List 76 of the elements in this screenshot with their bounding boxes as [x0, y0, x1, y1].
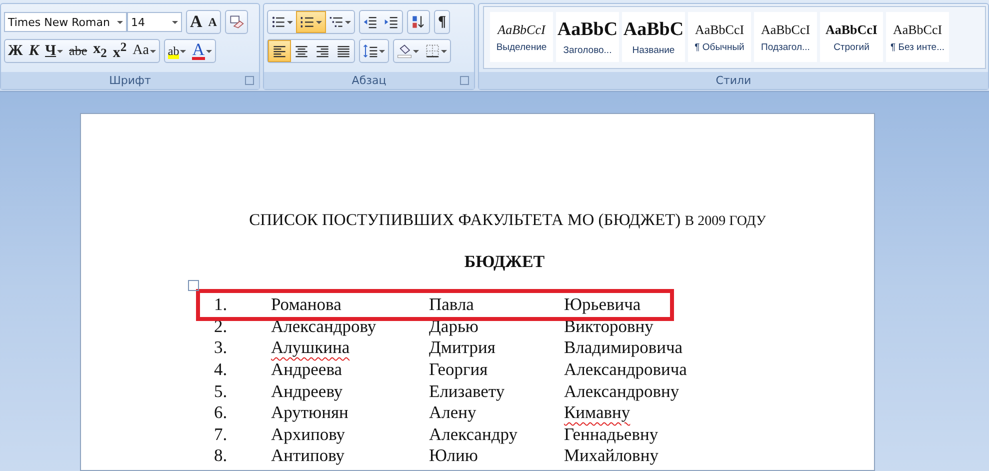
table-cell-text: Павла [429, 294, 475, 316]
style-tile[interactable]: AaBbC Название [622, 12, 685, 62]
document-heading: БЮДЖЕТ [463, 252, 546, 272]
table-cell-text: Юрьевича [564, 294, 642, 316]
document-title: СПИСОК ПОСТУПИВШИХ ФАКУЛЬТЕТА МО (БЮДЖЕТ) В 2009 ГОДУ [248, 209, 767, 230]
table-cell-text: Георгия [429, 359, 489, 380]
format-button[interactable]: x$_{2}$ [90, 40, 110, 62]
numbering-button[interactable] [296, 11, 326, 33]
strike-button[interactable]: abe [66, 40, 90, 62]
table-cell-text: Алушкина [271, 337, 351, 358]
style-tile[interactable]: AaBbCcI ¶ Без инте... [886, 12, 949, 62]
table-cell-text: Андреева [271, 359, 343, 380]
table-cell: Владимировича [564, 337, 683, 358]
align-center-icon [294, 43, 309, 59]
fontcolor-button[interactable]: A [189, 40, 215, 62]
style-tile[interactable]: AaBbCcI Выделение [490, 12, 553, 62]
table-cell-text: Кимавну [564, 402, 632, 424]
table-cell-text: Елизавету [429, 380, 506, 402]
table-cell-text: Викторовну [564, 316, 654, 337]
borders-icon [425, 43, 440, 59]
style-tile[interactable]: AaBbCcI Строгий [820, 12, 883, 62]
format-button[interactable]: x$^{2}$ [110, 40, 130, 62]
list-number: 4. [214, 359, 228, 380]
table-cell: Александровну [564, 380, 680, 402]
grow-button[interactable]: A [187, 11, 206, 33]
bullet-list-icon [271, 14, 286, 30]
table-cell-text: Александрову [271, 316, 378, 337]
table-cell-text: Алену [429, 402, 478, 424]
paint-bucket-icon [397, 43, 412, 59]
table-cell: Александровича [564, 359, 687, 380]
list-number: 5. [214, 380, 228, 402]
table-move-handle-icon[interactable] [188, 280, 199, 291]
table-cell-text: Архипову [271, 424, 346, 445]
multilevel-list-icon [329, 14, 344, 30]
align-right-icon [315, 43, 330, 59]
list-number: 6. [214, 402, 228, 424]
justify-icon [336, 43, 351, 59]
table-cell-text: Геннадьевну [564, 424, 660, 445]
table-cell-text: Юлию [429, 445, 479, 466]
italic-button[interactable]: К [26, 40, 42, 62]
table-cell-text: Романова [271, 294, 342, 316]
table-cell-text: Александру [429, 424, 518, 445]
list-number: 8. [214, 445, 228, 466]
list-number: 1. [214, 294, 228, 316]
group-label: Абзац [264, 72, 474, 89]
table-cell-text: Андрееву [271, 380, 344, 402]
style-tile[interactable]: AaBbC Заголово... [556, 12, 619, 62]
align-left-icon [272, 43, 287, 59]
decrease-indent-icon [363, 14, 378, 30]
highlight-button[interactable]: ab [164, 40, 190, 62]
style-tile[interactable]: AaBbCcI Подзагол... [754, 12, 817, 62]
font-size-field[interactable]: 14 [127, 12, 182, 32]
list-number: 7. [214, 424, 228, 445]
format-button[interactable]: ¶ [435, 11, 450, 33]
shrink-button[interactable]: A [205, 11, 220, 33]
increase-indent-icon [384, 14, 399, 30]
style-tile[interactable]: AaBbCcI ¶ Обычный [688, 12, 751, 62]
numbered-list-icon [300, 14, 315, 30]
table-cell-text: Михайловну [564, 445, 660, 466]
table-cell-text: Дмитрия [429, 337, 496, 358]
case-button[interactable]: Aa [130, 40, 159, 62]
table-cell-text: Арутюнян [271, 402, 350, 424]
underline-button[interactable]: Ч [42, 40, 66, 62]
dropdown-caret-icon [172, 20, 178, 24]
group-label: Стили [479, 72, 988, 89]
align-left-button[interactable] [268, 40, 291, 62]
line-spacing-icon [363, 43, 378, 59]
table-cell-text: Антипову [271, 445, 346, 466]
bold-button[interactable]: Ж [5, 40, 26, 62]
sort-icon [411, 14, 426, 30]
dropdown-caret-icon [117, 20, 123, 24]
table-cell-text: Дарью [429, 316, 480, 337]
list-number: 3. [214, 337, 228, 358]
group-label: Шрифт [1, 72, 259, 89]
eraser-icon [228, 14, 244, 30]
font-name-field[interactable]: Times New Roman [4, 12, 127, 32]
